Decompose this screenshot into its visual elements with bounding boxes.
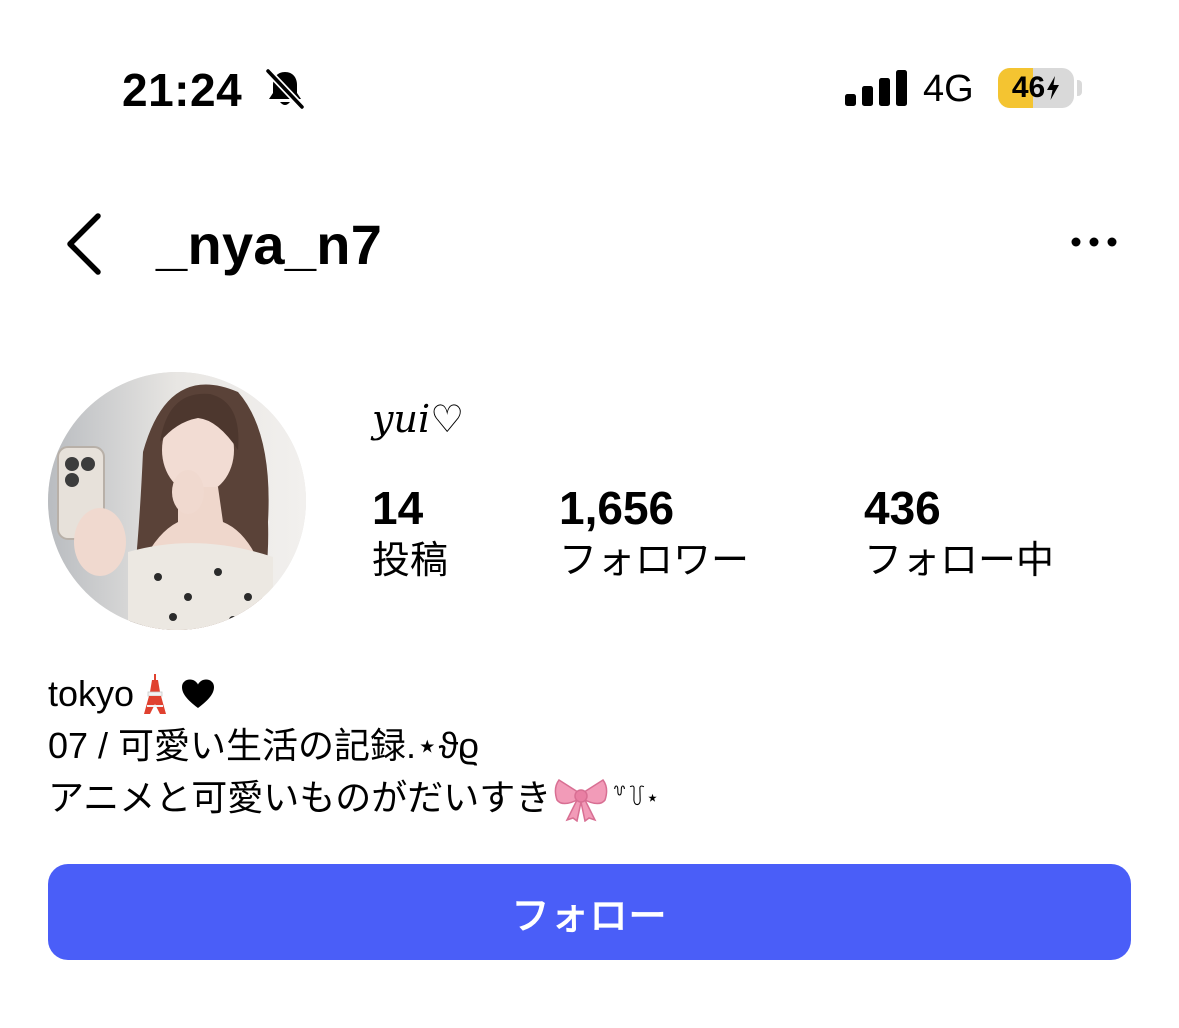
stat-following-label: フォロー中	[864, 540, 1055, 582]
follow-button[interactable]: フォロー	[48, 864, 1131, 960]
bio-line-2: 07 / 可愛い生活の記録.⋆ϑϱ	[48, 725, 479, 766]
cellular-signal-icon	[845, 70, 907, 106]
profile-avatar[interactable]	[48, 372, 306, 630]
status-time: 21:24	[122, 64, 243, 116]
battery-level: 46	[1011, 71, 1046, 104]
stat-posts-count: 14	[372, 482, 424, 534]
stat-following-count: 436	[864, 482, 941, 534]
more-options-icon[interactable]	[1068, 232, 1120, 252]
profile-username: _nya_n7	[156, 213, 383, 276]
profile-bio: tokyo 07 / 可愛い生活の記録.⋆ϑϱ アニメと可愛いものがだいすき ꒷…	[48, 668, 659, 824]
tokyo-tower-icon	[144, 674, 167, 714]
stat-followers[interactable]: 1,656 フォロワー	[559, 482, 749, 584]
black-heart-icon	[182, 679, 215, 708]
stat-posts-label: 投稿	[372, 540, 449, 582]
stat-posts[interactable]: 14 投稿	[372, 482, 448, 584]
battery-cap	[1077, 80, 1082, 96]
bio-line-3-text: アニメと可愛いものがだいすき	[48, 777, 552, 818]
bio-line-3-suffix: ꒷꒦⋆	[611, 785, 660, 810]
avatar-photo	[48, 372, 306, 630]
bio-line-1: tokyo	[48, 668, 659, 720]
display-name: yui♡	[372, 397, 465, 441]
bell-slash-icon	[265, 68, 305, 110]
network-type-label: 4G	[923, 68, 974, 110]
battery-indicator: 46	[998, 68, 1074, 108]
stat-following[interactable]: 436 フォロー中	[864, 482, 1054, 584]
stat-followers-count: 1,656	[559, 482, 675, 534]
back-chevron-icon[interactable]	[62, 210, 106, 278]
bio-line-3: アニメと可愛いものがだいすき ꒷꒦⋆	[48, 772, 659, 824]
pink-ribbon-icon	[554, 778, 608, 822]
battery-charging-icon	[1047, 76, 1060, 100]
stat-followers-label: フォロワー	[559, 540, 750, 582]
bio-location-text: tokyo	[48, 673, 135, 714]
